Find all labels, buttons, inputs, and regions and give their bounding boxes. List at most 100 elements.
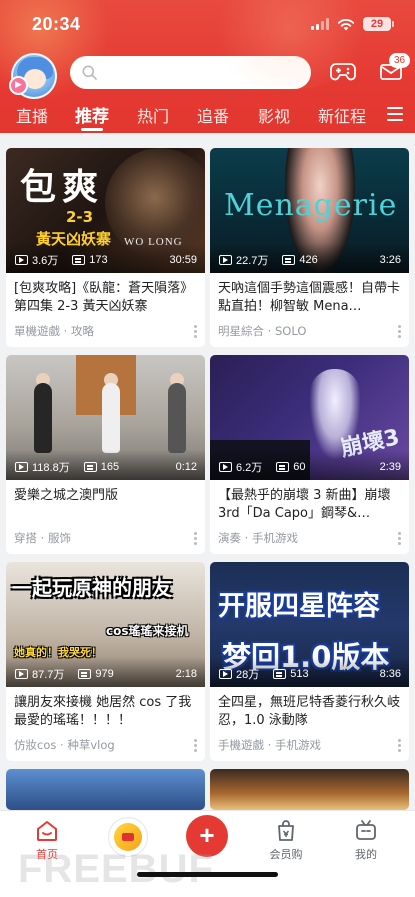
video-card[interactable]: 崩壞3 6.2万 60 2:39 【最熱乎的崩壞 3 新曲】崩壞 3rd「Da … [210, 355, 409, 554]
tab-anime[interactable]: 追番 [197, 103, 229, 127]
video-thumbnail[interactable]: 开服四星阵容 梦回1.0版本 28万 513 8:36 [210, 562, 409, 687]
active-tab-indicator [81, 128, 103, 131]
cellular-signal-icon [311, 18, 329, 30]
channel-tabs: 直播 推荐 热门 追番 影视 新征程 [0, 101, 415, 133]
video-title[interactable]: 愛樂之城之澳門版 [14, 487, 197, 505]
freebuf-watermark: FREEBUF [18, 847, 214, 891]
video-title[interactable]: 【最熱乎的崩壞 3 新曲】崩壞 3rd「Da Capo」鋼琴&… [218, 487, 401, 523]
more-options-icon[interactable] [398, 325, 401, 338]
danmaku-count: 513 [290, 668, 309, 680]
more-options-icon[interactable] [194, 325, 197, 338]
tab-movies[interactable]: 影视 [258, 103, 290, 127]
video-title[interactable]: 天吶這個手勢這個震感！自帶卡點直拍！柳智敏 Mena… [218, 280, 401, 316]
tv-profile-icon [356, 820, 376, 840]
video-card[interactable]: 118.8万 165 0:12 愛樂之城之澳門版 穿搭 · 服饰 [6, 355, 205, 554]
danmaku-icon [78, 669, 92, 679]
video-stats: 3.6万 173 30:59 [15, 252, 197, 268]
play-count-icon [15, 255, 28, 265]
play-count-icon [219, 462, 232, 472]
danmaku-count: 979 [95, 668, 114, 680]
video-duration: 2:39 [379, 461, 401, 473]
status-bar: 20:34 29 [0, 0, 415, 48]
danmaku-count: 426 [299, 254, 318, 266]
video-thumbnail[interactable] [210, 769, 409, 810]
home-indicator [137, 872, 278, 877]
tab-recommend[interactable]: 推荐 [75, 102, 109, 127]
danmaku-icon [276, 462, 290, 472]
thumbnail-caption: 包爽 [20, 166, 105, 208]
video-thumbnail[interactable]: 118.8万 165 0:12 [6, 355, 205, 480]
more-options-icon[interactable] [398, 532, 401, 545]
menu-icon[interactable] [387, 107, 403, 121]
video-category[interactable]: 仿妝cos · 种草vlog [14, 737, 115, 753]
video-thumbnail[interactable]: 一起玩原神的朋友 cos瑤瑤来接机 她真的！我哭死！ 87.7万 979 2:1… [6, 562, 205, 687]
battery-icon: 29 [363, 17, 394, 31]
view-count: 28万 [236, 669, 260, 681]
video-stats: 118.8万 165 0:12 [15, 459, 197, 475]
more-options-icon[interactable] [194, 739, 197, 752]
view-count: 22.7万 [236, 255, 269, 267]
more-options-icon[interactable] [398, 739, 401, 752]
video-title[interactable]: 讓朋友來接機 她居然 cos 了我最愛的瑤瑤！！！！ [14, 694, 197, 730]
top-header: 20:34 29 ▶ 36 直播 推荐 热门 追番 影视 新征程 [0, 0, 415, 133]
search-bar[interactable] [70, 56, 311, 89]
play-count-icon [15, 669, 28, 679]
thumbnail-caption: cos瑤瑤来接机 [106, 624, 189, 638]
video-thumbnail[interactable]: Menagerie 22.7万 426 3:26 [210, 148, 409, 273]
search-input[interactable] [105, 64, 295, 81]
video-card[interactable]: 开服四星阵容 梦回1.0版本 28万 513 8:36 全四星，無班尼特香菱行秋… [210, 562, 409, 761]
view-count: 118.8万 [32, 462, 70, 474]
danmaku-icon [273, 669, 287, 679]
thumbnail-caption: Menagerie [224, 188, 398, 223]
nav-mine-label: 我的 [355, 848, 377, 861]
tab-live[interactable]: 直播 [16, 103, 48, 127]
video-card[interactable] [6, 769, 205, 810]
view-count: 6.2万 [236, 462, 263, 474]
video-card[interactable]: Menagerie 22.7万 426 3:26 天吶這個手勢這個震感！自帶卡點… [210, 148, 409, 347]
danmaku-icon [282, 255, 296, 265]
mail-badge: 36 [389, 53, 410, 68]
video-duration: 0:12 [175, 461, 197, 473]
video-stats: 6.2万 60 2:39 [219, 459, 401, 475]
video-stats: 87.7万 979 2:18 [15, 666, 197, 682]
search-icon [82, 65, 97, 80]
danmaku-count: 60 [293, 461, 306, 473]
video-category[interactable]: 穿搭 · 服饰 [14, 530, 71, 546]
thumbnail-caption: 开服四星阵容 [218, 591, 380, 622]
nav-membership-label: 会员购 [269, 848, 303, 861]
play-count-icon [219, 669, 232, 679]
nav-mine[interactable]: 我的 [331, 819, 401, 862]
tab-new-journey[interactable]: 新征程 [318, 103, 366, 127]
nav-membership[interactable]: 会员购 [251, 819, 321, 862]
video-card[interactable]: 包爽 2-3 黃天凶妖寨 WO LONG 3.6万 173 30:59 [包爽攻… [6, 148, 205, 347]
video-category[interactable]: 手機遊戲 · 手机游戏 [218, 737, 321, 753]
video-title[interactable]: 全四星，無班尼特香菱行秋久岐忍，1.0 泳動隊 [218, 694, 401, 730]
danmaku-icon [72, 255, 86, 265]
play-count-icon [15, 462, 28, 472]
video-feed[interactable]: 包爽 2-3 黃天凶妖寨 WO LONG 3.6万 173 30:59 [包爽攻… [0, 133, 415, 810]
video-card[interactable]: 一起玩原神的朋友 cos瑤瑤来接机 她真的！我哭死！ 87.7万 979 2:1… [6, 562, 205, 761]
view-count: 3.6万 [32, 255, 59, 267]
play-count-icon [219, 255, 232, 265]
video-title[interactable]: [包爽攻略]《臥龍：蒼天隕落》第四集 2-3 黃天凶妖寨 [14, 280, 197, 316]
video-thumbnail[interactable]: 包爽 2-3 黃天凶妖寨 WO LONG 3.6万 173 30:59 [6, 148, 205, 273]
status-time: 20:34 [32, 14, 81, 34]
video-stats: 22.7万 426 3:26 [219, 252, 401, 268]
home-icon [37, 821, 57, 841]
video-duration: 8:36 [379, 668, 401, 680]
video-card[interactable] [210, 769, 409, 810]
video-category[interactable]: 單機遊戲 · 攻略 [14, 323, 94, 339]
video-thumbnail[interactable] [6, 769, 205, 810]
thumbnail-caption: 2-3 [66, 208, 94, 226]
video-category[interactable]: 明星綜合 · SOLO [218, 323, 306, 339]
video-duration: 2:18 [175, 668, 197, 680]
shopping-bag-icon [278, 820, 294, 841]
video-stats: 28万 513 8:36 [219, 666, 401, 682]
more-options-icon[interactable] [194, 532, 197, 545]
video-duration: 3:26 [379, 254, 401, 266]
video-thumbnail[interactable]: 崩壞3 6.2万 60 2:39 [210, 355, 409, 480]
tab-popular[interactable]: 热门 [137, 103, 169, 127]
video-category[interactable]: 演奏 · 手机游戏 [218, 530, 298, 546]
game-controller-icon[interactable] [330, 60, 356, 82]
wifi-icon [337, 18, 355, 30]
